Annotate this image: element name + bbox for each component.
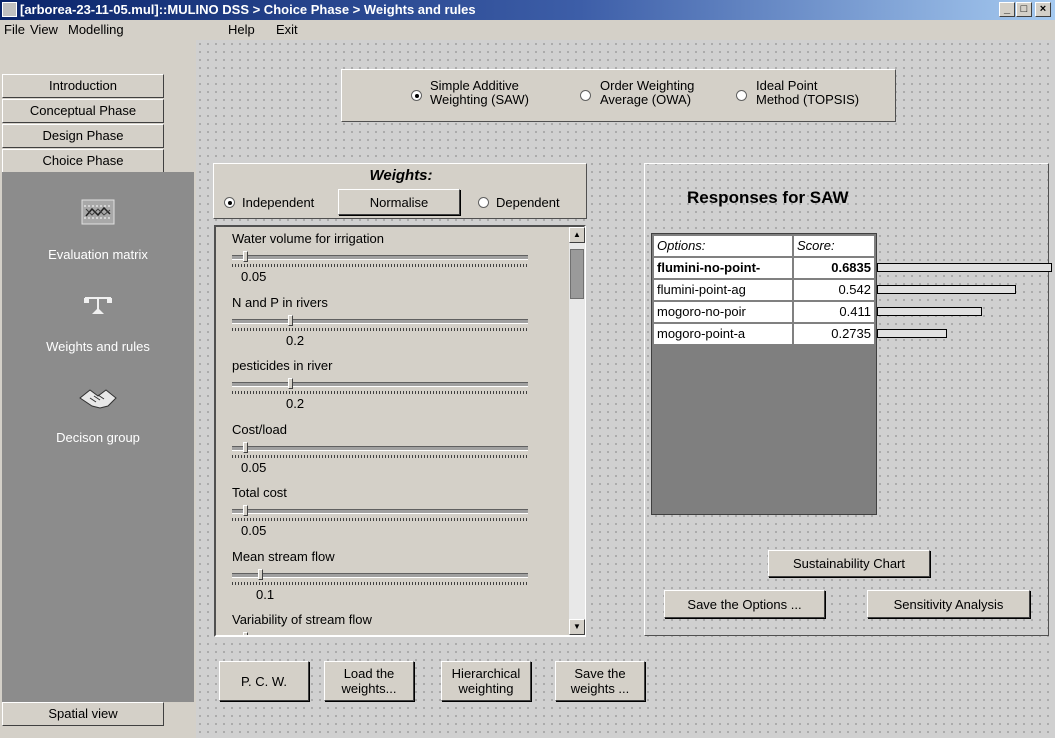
radio-saw[interactable] bbox=[411, 90, 422, 101]
weight-label: Water volume for irrigation bbox=[232, 231, 384, 246]
radio-dependent[interactable] bbox=[478, 197, 489, 208]
close-button[interactable]: × bbox=[1035, 2, 1051, 17]
save-weights-button[interactable]: Save the weights ... bbox=[555, 661, 645, 701]
scroll-thumb[interactable] bbox=[570, 249, 584, 299]
weight-slider-ticks bbox=[232, 581, 528, 585]
weight-slider-ticks bbox=[232, 518, 528, 521]
phase-design[interactable]: Design Phase bbox=[2, 124, 164, 148]
weight-value: 0.05 bbox=[241, 269, 267, 284]
scroll-down-icon[interactable]: ▼ bbox=[569, 619, 585, 635]
score-bar bbox=[877, 285, 1016, 294]
weight-slider-track[interactable] bbox=[232, 636, 528, 637]
side-item-decision-group[interactable]: Decison group bbox=[2, 430, 194, 445]
menu-help[interactable]: Help bbox=[228, 22, 255, 37]
minimize-button[interactable]: _ bbox=[999, 2, 1015, 17]
option-cell[interactable]: flumini-no-point- bbox=[653, 257, 793, 279]
weights-scrollbar[interactable]: ▲ ▼ bbox=[569, 227, 585, 635]
weight-slider-track[interactable] bbox=[232, 382, 528, 387]
method-selector: Simple Additive Weighting (SAW) Order Wei… bbox=[341, 69, 896, 122]
side-item-evaluation-matrix[interactable]: Evaluation matrix bbox=[2, 247, 194, 262]
phase-introduction[interactable]: Introduction bbox=[2, 74, 164, 98]
menu-view[interactable]: View bbox=[30, 22, 58, 37]
matrix-icon[interactable] bbox=[80, 194, 116, 230]
method-topsis-label[interactable]: Ideal Point Method (TOPSIS) bbox=[756, 79, 859, 107]
side-panel: Evaluation matrix Weights and rules Deci… bbox=[2, 172, 194, 702]
scroll-up-icon[interactable]: ▲ bbox=[569, 227, 585, 243]
phase-conceptual[interactable]: Conceptual Phase bbox=[2, 99, 164, 123]
col-options-header: Options: bbox=[653, 235, 793, 257]
pcw-button[interactable]: P. C. W. bbox=[219, 661, 309, 701]
phase-choice[interactable]: Choice Phase bbox=[2, 149, 164, 173]
side-item-weights-and-rules[interactable]: Weights and rules bbox=[2, 339, 194, 354]
method-saw-label[interactable]: Simple Additive Weighting (SAW) bbox=[430, 79, 529, 107]
normalise-button[interactable]: Normalise bbox=[338, 189, 460, 215]
weight-value: 0.05 bbox=[241, 523, 267, 538]
independent-label[interactable]: Independent bbox=[242, 195, 314, 210]
weight-label: Total cost bbox=[232, 485, 287, 500]
menu-file[interactable]: File bbox=[4, 22, 25, 37]
weight-value: 0.05 bbox=[241, 459, 267, 475]
weight-label: pesticides in river bbox=[232, 358, 333, 373]
option-cell[interactable]: mogoro-no-poir bbox=[653, 301, 793, 323]
weight-label: Variability of stream flow bbox=[232, 612, 372, 627]
radio-independent[interactable] bbox=[224, 197, 235, 208]
weight-label: Mean stream flow bbox=[232, 548, 335, 564]
weight-slider-track[interactable] bbox=[232, 445, 528, 451]
maximize-button[interactable]: □ bbox=[1016, 2, 1032, 17]
results-table: Options: Score: flumini-no-point- 0.6835 f… bbox=[651, 233, 877, 515]
weight-slider-track[interactable] bbox=[232, 255, 528, 260]
load-weights-button[interactable]: Load the weights... bbox=[324, 661, 414, 701]
weight-slider-track[interactable] bbox=[232, 509, 528, 514]
menu-exit[interactable]: Exit bbox=[276, 22, 298, 37]
score-bar bbox=[877, 329, 947, 338]
save-options-button[interactable]: Save the Options ... bbox=[664, 590, 825, 618]
hierarchical-weighting-button[interactable]: Hierarchical weighting bbox=[441, 661, 531, 701]
sensitivity-analysis-button[interactable]: Sensitivity Analysis bbox=[867, 590, 1030, 618]
weights-header: Weights: Independent Normalise Dependent bbox=[213, 163, 587, 219]
window-title: [arborea-23-11-05.mul]::MULINO DSS > Cho… bbox=[20, 2, 476, 17]
responses-title: Responses for SAW bbox=[687, 188, 849, 207]
weight-slider-thumb[interactable] bbox=[288, 314, 293, 326]
weights-list: Water volume for irrigation 0.05 N and P i… bbox=[214, 225, 586, 637]
weight-value: 0.2 bbox=[286, 396, 305, 411]
weight-slider-ticks bbox=[232, 327, 528, 331]
handshake-icon[interactable] bbox=[78, 384, 118, 412]
weights-title: Weights: bbox=[369, 167, 433, 184]
weight-slider-thumb[interactable] bbox=[243, 505, 248, 516]
score-cell[interactable]: 0.411 bbox=[793, 301, 875, 323]
weight-label: Cost/load bbox=[232, 421, 287, 437]
spatial-view-button[interactable]: Spatial view bbox=[2, 702, 164, 726]
title-bar: [arborea-23-11-05.mul]::MULINO DSS > Cho… bbox=[0, 0, 1055, 20]
weight-slider-thumb[interactable] bbox=[243, 632, 248, 635]
option-cell[interactable]: mogoro-point-a bbox=[653, 323, 793, 345]
option-cell[interactable]: flumini-point-ag bbox=[653, 279, 793, 301]
radio-owa[interactable] bbox=[580, 90, 591, 101]
weight-slider-ticks bbox=[232, 454, 528, 458]
weight-slider-ticks bbox=[232, 391, 528, 394]
score-bar bbox=[877, 263, 1052, 272]
menu-modelling[interactable]: Modelling bbox=[68, 22, 124, 37]
weight-value: 0.2 bbox=[286, 332, 305, 348]
scale-icon[interactable] bbox=[82, 292, 114, 318]
weight-value: 0.1 bbox=[256, 586, 275, 602]
weight-slider-ticks bbox=[232, 264, 528, 267]
weight-slider-track[interactable] bbox=[232, 318, 528, 324]
radio-topsis[interactable] bbox=[736, 90, 747, 101]
score-cell[interactable]: 0.542 bbox=[793, 279, 875, 301]
menu-bar: File View Modelling Help Exit bbox=[0, 20, 1055, 40]
weight-slider-thumb[interactable] bbox=[243, 441, 248, 453]
score-bar bbox=[877, 307, 982, 316]
score-cell[interactable]: 0.2735 bbox=[793, 323, 875, 345]
sustainability-chart-button[interactable]: Sustainability Chart bbox=[768, 550, 930, 577]
weight-slider-thumb[interactable] bbox=[288, 378, 293, 389]
col-score-header: Score: bbox=[793, 235, 875, 257]
weight-slider-thumb[interactable] bbox=[258, 568, 263, 580]
weight-slider-track[interactable] bbox=[232, 572, 528, 578]
app-icon[interactable] bbox=[2, 2, 17, 17]
weight-slider-thumb[interactable] bbox=[243, 251, 248, 262]
score-cell[interactable]: 0.6835 bbox=[793, 257, 875, 279]
method-owa-label[interactable]: Order Weighting Average (OWA) bbox=[600, 79, 694, 107]
dependent-label[interactable]: Dependent bbox=[496, 195, 560, 210]
weight-label: N and P in rivers bbox=[232, 294, 328, 310]
